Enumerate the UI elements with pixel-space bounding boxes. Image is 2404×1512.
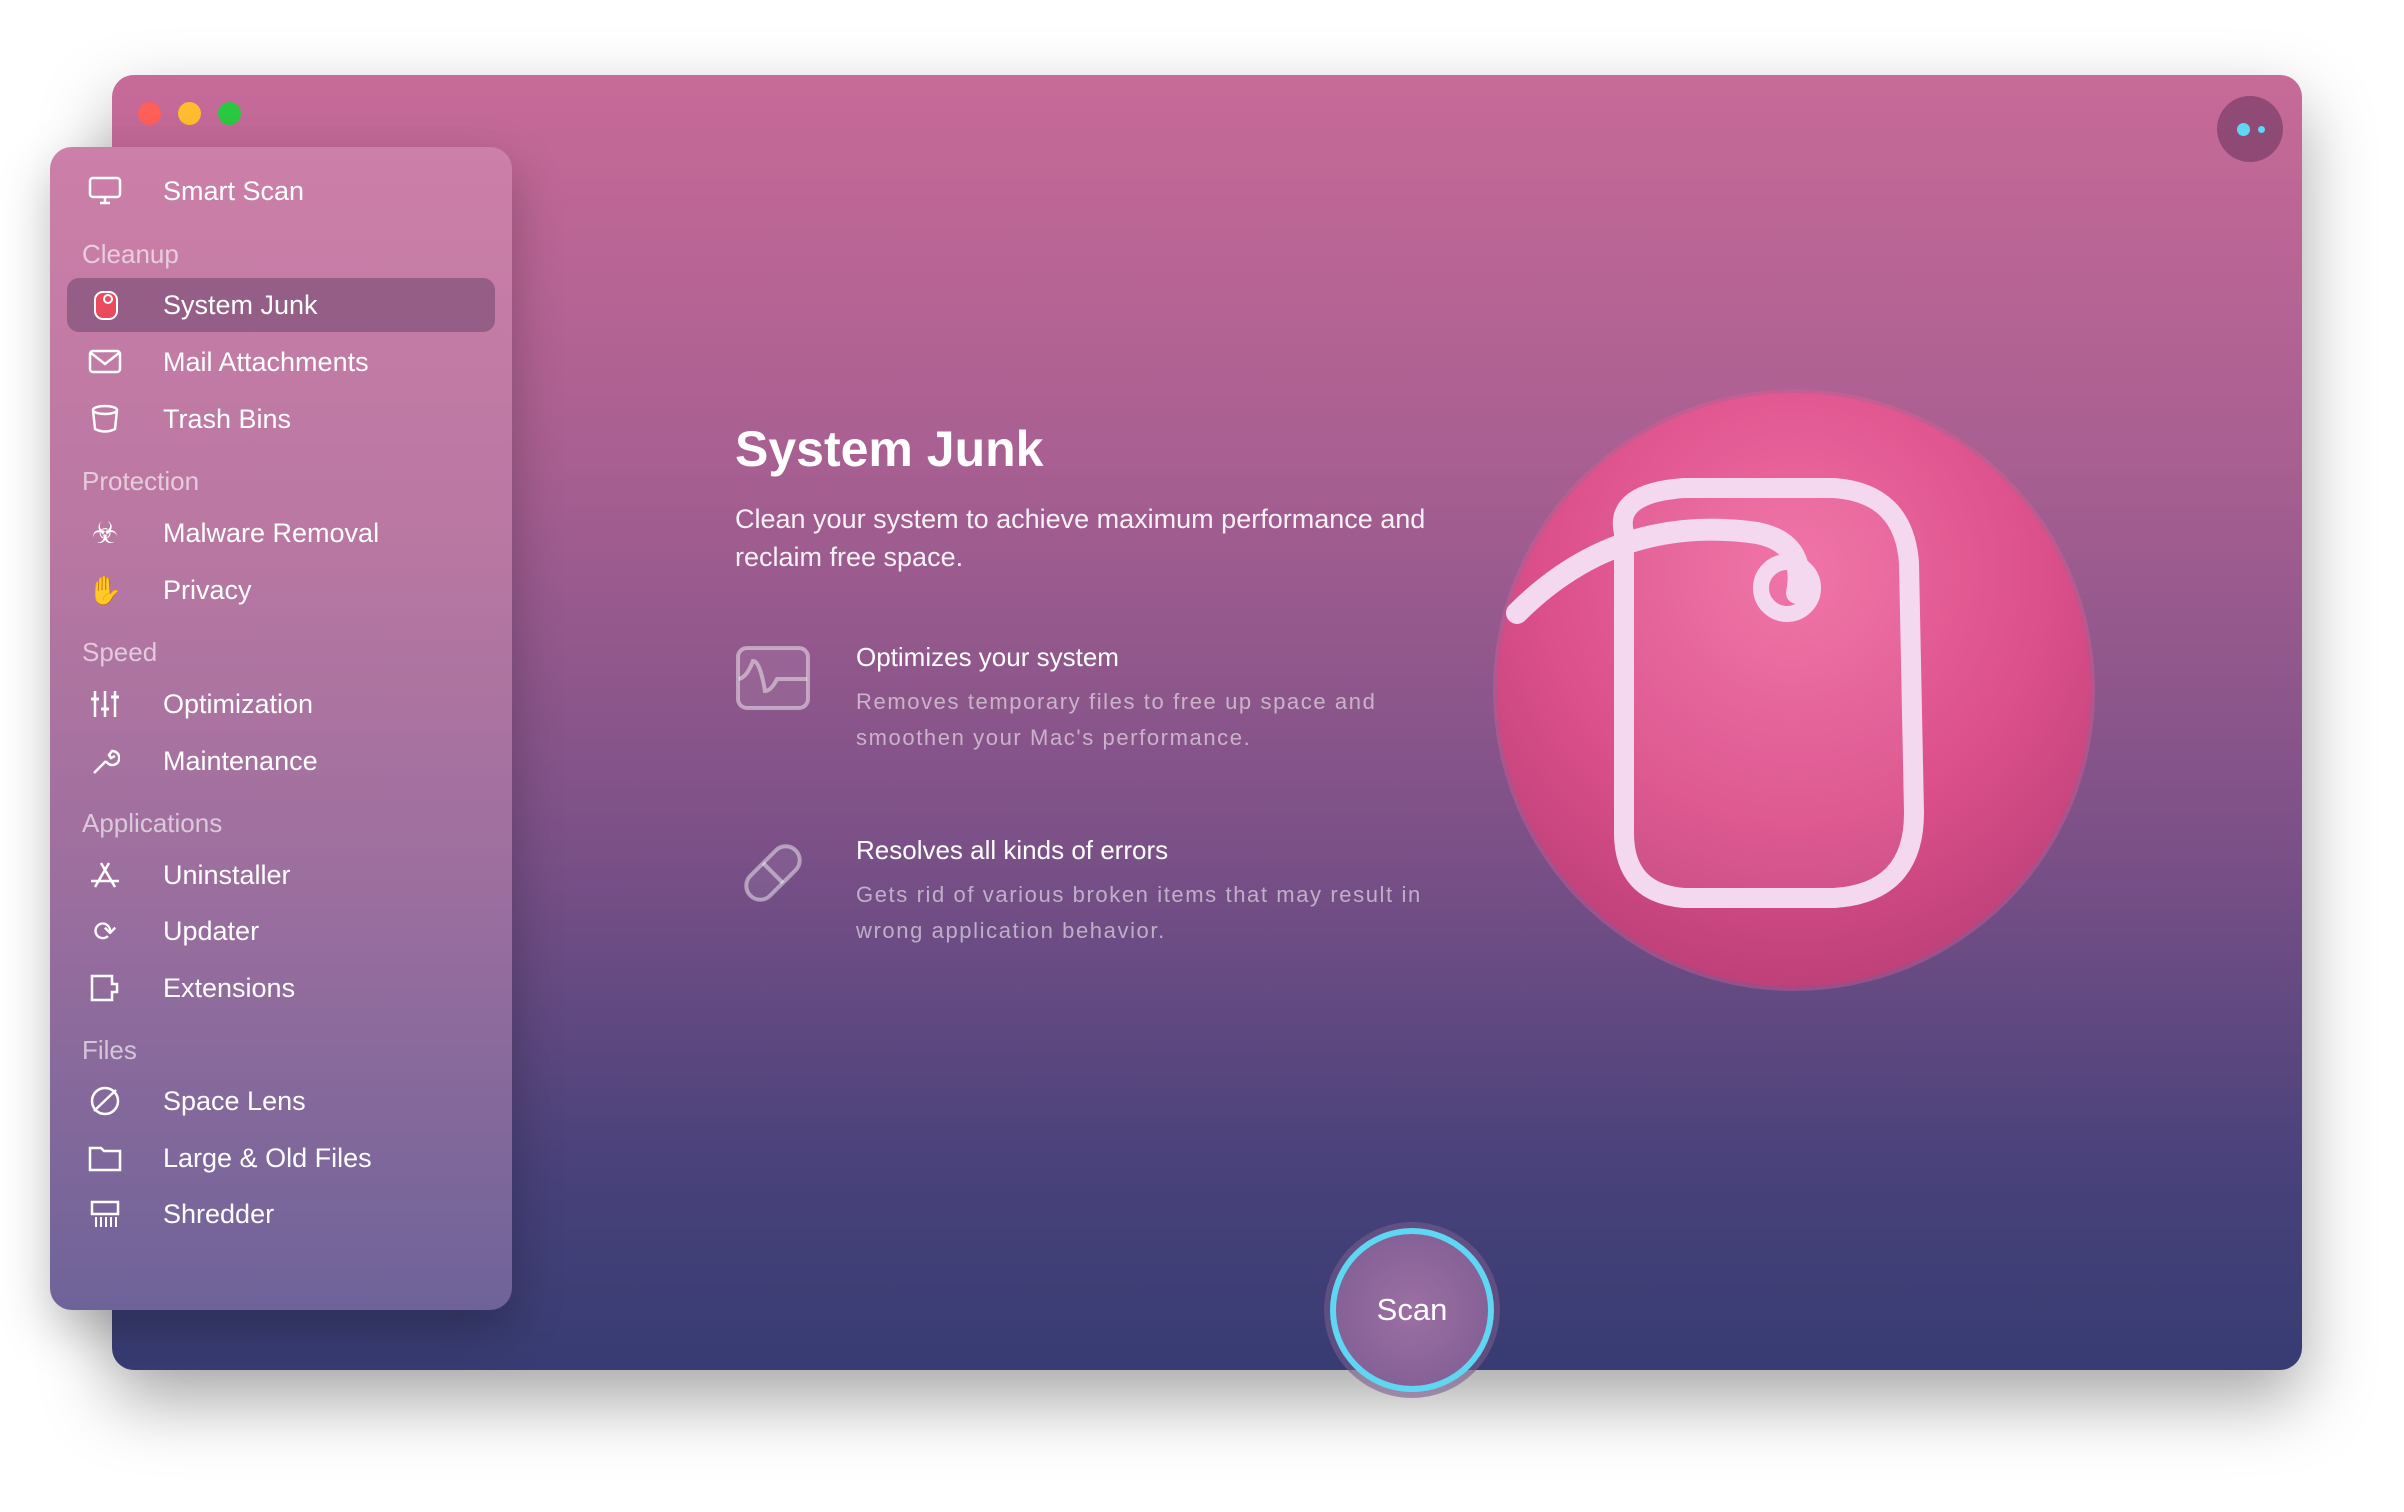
sidebar-item-optimization[interactable]: Optimization: [67, 677, 495, 731]
feature-title: Optimizes your system: [856, 642, 1119, 672]
pulse-monitor-icon: [735, 645, 811, 716]
section-header-speed: Speed: [82, 637, 158, 667]
assistant-dot-icon: [2237, 123, 2250, 136]
sidebar-item-extensions[interactable]: Extensions: [67, 961, 495, 1015]
sidebar-item-trash-bins[interactable]: Trash Bins: [67, 392, 495, 446]
shredder-icon: [87, 1196, 123, 1232]
section-header-cleanup: Cleanup: [82, 239, 179, 269]
update-arrow-icon: ⟳: [93, 915, 117, 947]
sidebar-item-space-lens[interactable]: Space Lens: [67, 1074, 495, 1128]
sidebar-item-mail-attachments[interactable]: Mail Attachments: [67, 335, 495, 389]
trash-bin-icon: [87, 401, 123, 437]
space-lens-icon: [87, 1083, 123, 1119]
sidebar-item-label: Shredder: [163, 1198, 275, 1229]
wrench-icon: [87, 743, 123, 779]
pill-icon: [735, 835, 811, 916]
sidebar-item-privacy[interactable]: ✋ Privacy: [67, 563, 495, 617]
sidebar-item-label: Maintenance: [163, 745, 318, 776]
hand-icon: ✋: [87, 574, 123, 606]
sidebar-item-malware-removal[interactable]: ☣ Malware Removal: [67, 506, 495, 560]
sidebar-item-smart-scan[interactable]: Smart Scan: [67, 164, 495, 218]
section-header-protection: Protection: [82, 466, 200, 496]
monitor-icon: [87, 173, 123, 209]
section-header-applications: Applications: [82, 808, 223, 838]
sidebar-item-label: Optimization: [163, 688, 314, 719]
sidebar-item-uninstaller[interactable]: Uninstaller: [67, 848, 495, 902]
page-subtitle: Clean your system to achieve maximum per…: [735, 504, 1426, 572]
feature-description: Removes temporary files to free up space…: [856, 689, 1377, 750]
app-store-icon: [87, 857, 123, 893]
sidebar-item-label: Malware Removal: [163, 517, 380, 548]
zoom-button[interactable]: [218, 102, 241, 125]
sidebar-item-label: Trash Bins: [163, 403, 292, 434]
sidebar-item-large-old-files[interactable]: Large & Old Files: [67, 1131, 495, 1185]
scan-button[interactable]: Scan: [1330, 1228, 1494, 1392]
sidebar-item-label: Updater: [163, 915, 260, 946]
minimize-button[interactable]: [178, 102, 201, 125]
page-title: System Junk: [735, 421, 1044, 477]
close-button[interactable]: [138, 102, 161, 125]
sidebar-item-label: System Junk: [163, 289, 318, 320]
sidebar-item-label: Privacy: [163, 574, 252, 605]
sidebar-item-label: Smart Scan: [163, 175, 305, 206]
sidebar-item-label: Uninstaller: [163, 859, 291, 890]
assistant-dot-icon: [2258, 126, 2265, 133]
sidebar-item-shredder[interactable]: Shredder: [67, 1187, 495, 1241]
sliders-icon: [87, 686, 123, 722]
sidebar-item-updater[interactable]: ⟳ Updater: [67, 904, 495, 958]
assistant-button[interactable]: [2217, 96, 2283, 162]
sidebar-item-label: Large & Old Files: [163, 1142, 372, 1173]
sidebar-item-label: Extensions: [163, 972, 296, 1003]
folder-icon: [87, 1140, 123, 1176]
feature-description: Gets rid of various broken items that ma…: [856, 882, 1422, 943]
sidebar-item-label: Space Lens: [163, 1085, 306, 1116]
section-header-files: Files: [82, 1035, 137, 1065]
sidebar-item-maintenance[interactable]: Maintenance: [67, 734, 495, 788]
sidebar-item-system-junk[interactable]: System Junk: [67, 278, 495, 332]
biohazard-icon: ☣: [91, 516, 119, 550]
system-junk-icon: [87, 287, 123, 323]
feature-title: Resolves all kinds of errors: [856, 835, 1169, 865]
puzzle-icon: [87, 970, 123, 1006]
envelope-icon: [87, 344, 123, 380]
sidebar-item-label: Mail Attachments: [163, 346, 369, 377]
sidebar: Smart Scan Cleanup System Junk Mail Atta…: [50, 147, 512, 1310]
system-junk-hero-icon: [1497, 393, 2091, 987]
